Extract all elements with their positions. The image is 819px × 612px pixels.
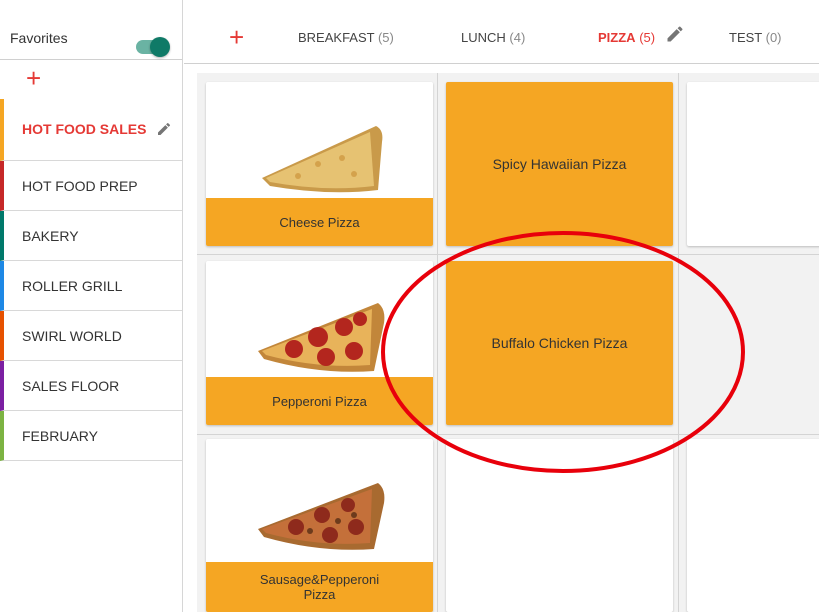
product-label: Cheese Pizza bbox=[206, 198, 433, 246]
tab-count: (5) bbox=[377, 30, 394, 45]
tab-count: (0) bbox=[765, 30, 782, 45]
tab-bar: + BREAKFAST (5) LUNCH (4) PIZZA (5) TEST… bbox=[184, 10, 819, 64]
tab-breakfast[interactable]: BREAKFAST (5) bbox=[298, 30, 394, 45]
sidebar-item-label: SALES FLOOR bbox=[22, 377, 120, 394]
tab-lunch[interactable]: LUNCH (4) bbox=[461, 30, 525, 45]
tab-test[interactable]: TEST (0) bbox=[729, 30, 782, 45]
sidebar-item-sales-floor[interactable]: SALES FLOOR bbox=[0, 361, 182, 411]
toggle-knob bbox=[150, 37, 170, 57]
category-sidebar: Favorites + HOT FOOD SALES HOT FOOD PREP… bbox=[0, 0, 183, 612]
product-tile-pepperoni-pizza[interactable]: Pepperoni Pizza bbox=[206, 261, 433, 425]
sidebar-item-label: HOT FOOD PREP bbox=[22, 177, 138, 194]
tab-label: PIZZA bbox=[598, 30, 636, 45]
product-label: Sausage&Pepperoni Pizza bbox=[206, 562, 433, 612]
sidebar-item-label: BAKERY bbox=[22, 227, 79, 244]
product-tile-cheese-pizza[interactable]: Cheese Pizza bbox=[206, 82, 433, 246]
product-tile-spicy-hawaiian-pizza[interactable]: Spicy Hawaiian Pizza bbox=[446, 82, 673, 246]
product-label: Pepperoni Pizza bbox=[206, 377, 433, 425]
tab-count: (5) bbox=[639, 30, 656, 45]
favorites-label: Favorites bbox=[10, 30, 68, 46]
empty-tile[interactable] bbox=[446, 439, 673, 612]
add-tab-button[interactable]: + bbox=[229, 24, 244, 50]
sidebar-item-hot-food-prep[interactable]: HOT FOOD PREP bbox=[0, 161, 182, 211]
sidebar-item-label: SWIRL WORLD bbox=[22, 327, 122, 344]
sidebar-item-roller-grill[interactable]: ROLLER GRILL bbox=[0, 261, 182, 311]
sidebar-item-swirl-world[interactable]: SWIRL WORLD bbox=[0, 311, 182, 361]
sidebar-item-hot-food-sales[interactable]: HOT FOOD SALES bbox=[0, 99, 182, 161]
grid-divider bbox=[437, 73, 438, 612]
tab-label: LUNCH bbox=[461, 30, 506, 45]
pencil-icon[interactable] bbox=[665, 24, 685, 44]
cheese-pizza-slice-icon bbox=[262, 126, 383, 193]
sidebar-item-label: HOT FOOD SALES bbox=[22, 121, 147, 137]
product-tile-sausage-pepperoni-pizza[interactable]: Sausage&Pepperoni Pizza bbox=[206, 439, 433, 612]
sausage-pepperoni-pizza-slice-icon bbox=[258, 483, 385, 550]
grid-divider bbox=[678, 73, 679, 612]
add-category-button[interactable]: + bbox=[26, 65, 41, 91]
sidebar-item-bakery[interactable]: BAKERY bbox=[0, 211, 182, 261]
product-label: Buffalo Chicken Pizza bbox=[491, 335, 628, 351]
pepperoni-pizza-slice-icon bbox=[258, 303, 385, 372]
product-grid: Cheese Pizza Spicy Hawaiian Pizza Pepper… bbox=[197, 73, 819, 612]
product-label: Spicy Hawaiian Pizza bbox=[492, 156, 627, 172]
grid-divider bbox=[197, 434, 819, 435]
sidebar-item-label: FEBRUARY bbox=[22, 427, 98, 444]
pencil-icon[interactable] bbox=[156, 121, 172, 137]
tab-count: (4) bbox=[509, 30, 526, 45]
empty-tile[interactable] bbox=[687, 82, 819, 246]
favorites-toggle[interactable] bbox=[136, 37, 170, 57]
product-tile-buffalo-chicken-pizza[interactable]: Buffalo Chicken Pizza bbox=[446, 261, 673, 425]
sidebar-item-label: ROLLER GRILL bbox=[22, 277, 123, 294]
grid-divider bbox=[197, 254, 819, 255]
empty-tile[interactable] bbox=[687, 439, 819, 612]
tab-label: TEST bbox=[729, 30, 762, 45]
category-list: HOT FOOD SALES HOT FOOD PREP BAKERY ROLL… bbox=[0, 99, 182, 461]
sidebar-item-february[interactable]: FEBRUARY bbox=[0, 411, 182, 461]
tab-pizza[interactable]: PIZZA (5) bbox=[598, 30, 655, 45]
favorites-row: Favorites bbox=[0, 10, 182, 60]
tab-label: BREAKFAST bbox=[298, 30, 375, 45]
